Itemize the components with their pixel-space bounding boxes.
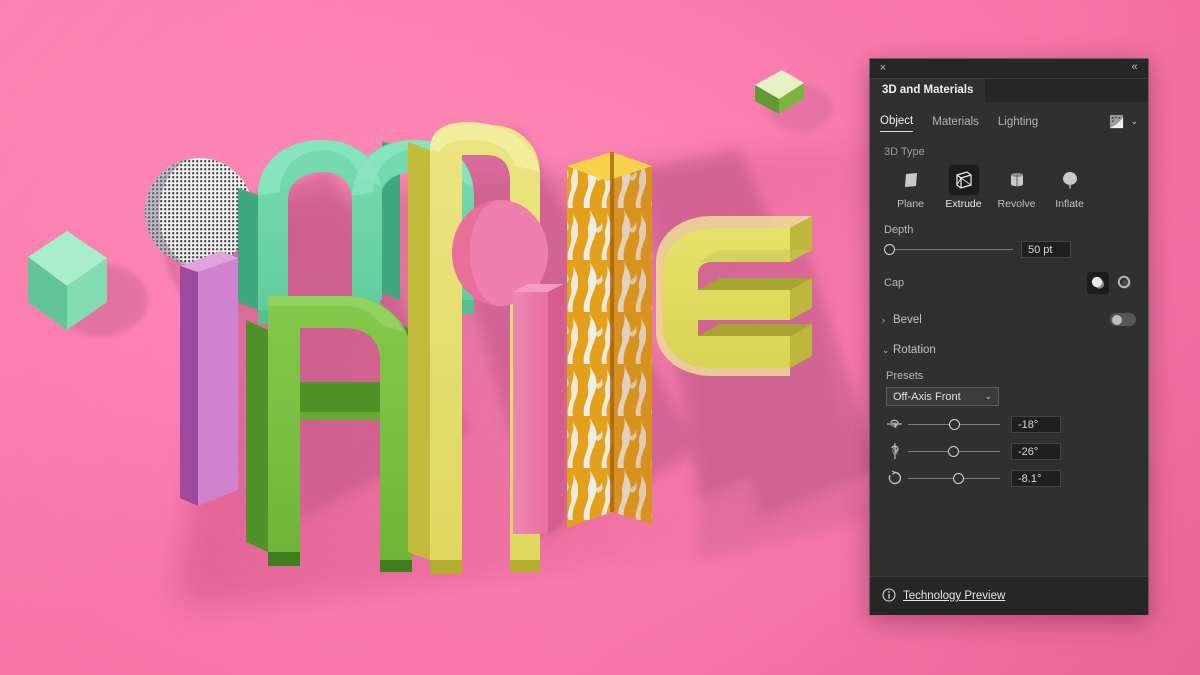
type-option-inflate[interactable]: Inflate (1043, 165, 1096, 210)
close-icon[interactable]: × (877, 62, 889, 74)
panel-title-bar: × « (870, 59, 1148, 79)
type-option-revolve[interactable]: Revolve (990, 165, 1043, 210)
rotate-z-icon (886, 469, 904, 487)
bevel-row[interactable]: › Bevel (870, 294, 1148, 326)
rotate-z-slider[interactable] (908, 471, 1000, 485)
3d-type-label: 3D Type (884, 146, 925, 158)
depth-slider-knob[interactable] (884, 244, 895, 255)
cap-hollow-icon[interactable] (1114, 272, 1136, 294)
rotate-x-axis: -18° (870, 406, 1148, 433)
tab-lighting[interactable]: Lighting (998, 116, 1038, 132)
inflate-icon (1055, 165, 1085, 195)
rotation-preset-select[interactable]: Off-Axis Front ⌄ (886, 387, 999, 406)
info-icon (882, 587, 903, 605)
type-option-extrude-label: Extrude (945, 198, 982, 210)
type-option-revolve-label: Revolve (997, 198, 1036, 210)
depth-control-row: 50 pt (870, 241, 1148, 258)
extrude-icon (948, 165, 979, 195)
cap-row: Cap (870, 258, 1148, 294)
plane-icon (896, 165, 926, 195)
depth-value-input[interactable]: 50 pt (1021, 241, 1071, 258)
rotate-y-icon (886, 442, 904, 460)
rotate-z-knob[interactable] (953, 472, 965, 484)
rotate-y-value-input[interactable]: -26° (1011, 442, 1061, 460)
panel-tab-3d-and-materials[interactable]: 3D and Materials (870, 79, 986, 102)
rotation-preset-value: Off-Axis Front (893, 390, 961, 403)
bevel-toggle[interactable] (1110, 313, 1136, 326)
rotate-z-value-input[interactable]: -8.1° (1011, 469, 1061, 487)
cap-label: Cap (884, 277, 905, 289)
depth-label: Depth (884, 224, 914, 236)
chevron-down-icon[interactable]: ⌄ (1130, 117, 1138, 126)
object-materials-lighting-tabs: Object Materials Lighting ⌄ (870, 102, 1148, 133)
revolve-icon (1002, 165, 1032, 195)
material-thumbnail-icon[interactable] (1109, 114, 1124, 129)
type-option-plane[interactable]: Plane (884, 165, 937, 210)
chevron-down-icon: ⌄ (984, 391, 992, 401)
letter-l (625, 152, 648, 518)
panel-body: Object Materials Lighting ⌄ 3D Type Plan… (870, 102, 1148, 615)
presets-label: Presets (886, 370, 924, 382)
panel-tab-strip: 3D and Materials (870, 79, 1148, 102)
rotate-z-axis: -8.1° (870, 460, 1148, 487)
letter-bar-magenta (180, 251, 238, 506)
type-option-extrude[interactable]: Extrude (937, 165, 990, 210)
cap-solid-icon[interactable] (1087, 272, 1109, 294)
bevel-toggle-knob (1111, 314, 1122, 325)
panel-footer: Technology Preview (870, 576, 1148, 615)
technology-preview-link[interactable]: Technology Preview (903, 590, 1005, 602)
rotate-y-slider[interactable] (908, 444, 1000, 458)
collapse-panel-icon[interactable]: « (1127, 61, 1141, 74)
rotate-y-axis: -26° (870, 433, 1148, 460)
rotate-x-knob[interactable] (949, 418, 961, 430)
rotation-label: Rotation (893, 344, 936, 356)
prop-halftone-sphere (145, 158, 253, 266)
tab-materials[interactable]: Materials (932, 116, 979, 132)
rotate-y-knob[interactable] (947, 445, 959, 457)
type-option-inflate-label: Inflate (1055, 198, 1084, 210)
3d-and-materials-panel: × « 3D and Materials Object Materials Li… (869, 58, 1149, 615)
3d-type-options: Plane Extrude Revolve Inflate (870, 165, 1148, 210)
rotate-x-icon (886, 415, 904, 433)
rotation-section-header[interactable]: ⌄ Rotation (870, 326, 1148, 356)
type-option-plane-label: Plane (897, 198, 924, 210)
chevron-right-icon[interactable]: › (882, 315, 893, 325)
letter-e (656, 216, 812, 376)
depth-slider-track (884, 249, 1013, 250)
bevel-label: Bevel (893, 313, 922, 326)
depth-slider[interactable] (884, 243, 1013, 257)
chevron-down-icon[interactable]: ⌄ (882, 345, 893, 356)
rotate-x-slider[interactable] (908, 417, 1000, 431)
letter-bar-pink (513, 284, 563, 534)
rotate-x-value-input[interactable]: -18° (1011, 415, 1061, 433)
tab-object[interactable]: Object (880, 115, 914, 132)
